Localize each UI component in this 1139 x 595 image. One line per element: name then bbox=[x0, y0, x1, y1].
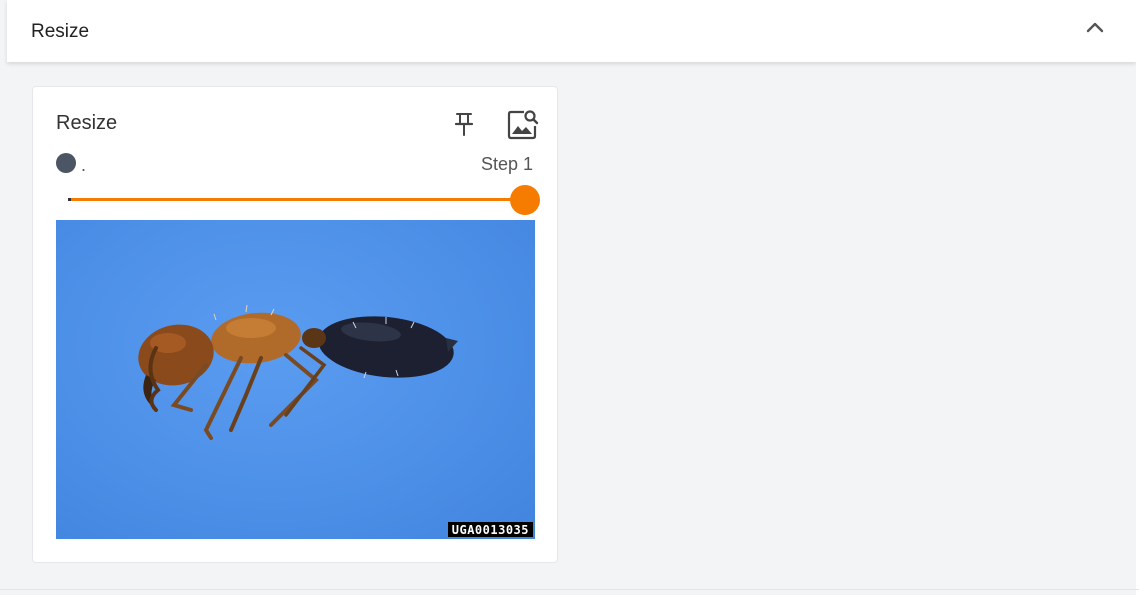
card-title: Resize bbox=[56, 112, 118, 134]
ant-photo bbox=[138, 304, 458, 440]
pin-icon[interactable] bbox=[452, 111, 476, 137]
status-dot bbox=[56, 153, 76, 173]
chevron-up-icon[interactable] bbox=[1083, 16, 1107, 40]
bottom-divider bbox=[0, 589, 1139, 590]
page: Resize Resize . Step 1 UGA0013035 bbox=[0, 0, 1139, 595]
image-caption: UGA0013035 bbox=[447, 522, 533, 537]
resize-card: Resize . Step 1 UGA0013035 bbox=[32, 86, 558, 563]
slider-track bbox=[68, 198, 525, 201]
result-image: UGA0013035 bbox=[56, 220, 535, 539]
section-header[interactable]: Resize bbox=[7, 0, 1136, 62]
step-label: Step 1 bbox=[480, 154, 533, 174]
section-title: Resize bbox=[31, 21, 90, 42]
status-text: . bbox=[81, 155, 87, 175]
slider-thumb[interactable] bbox=[510, 185, 540, 215]
slider-start-marker bbox=[68, 198, 71, 201]
image-search-icon[interactable] bbox=[507, 108, 539, 140]
step-slider[interactable] bbox=[68, 185, 540, 215]
